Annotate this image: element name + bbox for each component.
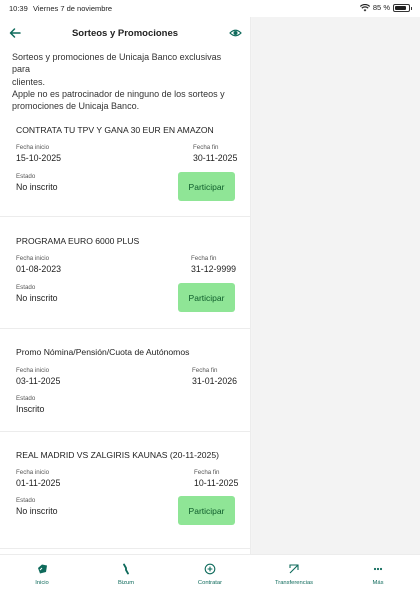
promo-title: REAL MADRID VS ZALGIRIS KAUNAS (20-11-20… <box>16 450 219 460</box>
status-bar: 10:39 Viernes 7 de noviembre 85 % <box>0 0 420 17</box>
start-date-label: Fecha inicio <box>16 144 50 151</box>
end-date-label: Fecha fin <box>194 469 220 476</box>
promo-card: PROGRAMA EURO 6000 PLUS Fecha inicio 01-… <box>0 218 250 329</box>
tab-label: Contratar <box>197 580 223 586</box>
state-label: Estado <box>16 395 36 402</box>
promo-card: Promo Nómina/Pensión/Cuota de Autónomos … <box>0 330 250 432</box>
tab-mas[interactable]: Más <box>336 563 420 586</box>
tab-inicio[interactable]: Inicio <box>0 563 84 586</box>
transfer-icon <box>289 564 299 574</box>
wifi-icon <box>359 3 370 11</box>
status-date: Viernes 7 de noviembre <box>33 4 113 13</box>
tab-label: Transferencias <box>274 580 314 586</box>
start-date-value: 15-10-2025 <box>16 153 61 163</box>
promotions-panel: Sorteos y Promociones Sorteos y promocio… <box>0 17 251 554</box>
end-date-label: Fecha fin <box>193 144 219 151</box>
state-value: No inscrito <box>16 182 58 192</box>
end-date-label: Fecha fin <box>191 255 217 262</box>
page-title: Sorteos y Promociones <box>71 28 179 39</box>
state-value: No inscrito <box>16 506 58 516</box>
promo-title: PROGRAMA EURO 6000 PLUS <box>16 236 140 246</box>
end-date-label: Fecha fin <box>192 367 218 374</box>
end-date-value: 10-11-2025 <box>194 478 239 488</box>
end-date-value: 31-01-2026 <box>192 376 237 386</box>
detail-panel <box>252 17 420 554</box>
promo-title: Promo Nómina/Pensión/Cuota de Autónomos <box>16 347 190 357</box>
end-date-value: 30-11-2025 <box>193 153 238 163</box>
tab-label: Inicio <box>35 580 49 586</box>
state-label: Estado <box>16 284 36 291</box>
state-label: Estado <box>16 497 36 504</box>
eye-icon[interactable] <box>229 27 242 39</box>
intro-text: Sorteos y promociones de Unicaja Banco e… <box>12 52 225 112</box>
promo-card: REAL MADRID VS ZALGIRIS KAUNAS (20-11-20… <box>0 433 250 549</box>
battery-icon <box>393 3 412 12</box>
start-date-label: Fecha inicio <box>16 255 50 262</box>
status-time: 10:39 <box>9 4 28 13</box>
bizum-icon <box>123 563 129 575</box>
participate-button[interactable]: Participar <box>178 172 235 201</box>
start-date-value: 01-08-2023 <box>16 264 61 274</box>
nav-header: Sorteos y Promociones <box>0 17 250 49</box>
end-date-value: 31-12-9999 <box>191 264 236 274</box>
tab-label: Más <box>372 580 384 586</box>
start-date-label: Fecha inicio <box>16 469 50 476</box>
state-value: Inscrito <box>16 404 45 414</box>
tab-bar: Inicio Bizum Contratar Transferencias Má… <box>0 554 420 604</box>
start-date-value: 03-11-2025 <box>16 376 61 386</box>
promo-card: CONTRATA TU TPV Y GANA 30 EUR EN AMAZON … <box>0 111 250 217</box>
status-indicators: 85 % <box>359 3 412 12</box>
tab-bizum[interactable]: Bizum <box>84 563 168 586</box>
plus-circle-icon <box>204 563 216 575</box>
start-date-label: Fecha inicio <box>16 367 50 374</box>
state-label: Estado <box>16 173 36 180</box>
tab-contratar[interactable]: Contratar <box>168 563 252 586</box>
state-value: No inscrito <box>16 293 58 303</box>
participate-button[interactable]: Participar <box>178 283 235 312</box>
tab-label: Bizum <box>117 580 135 586</box>
promo-title: CONTRATA TU TPV Y GANA 30 EUR EN AMAZON <box>16 125 214 135</box>
tab-transferencias[interactable]: Transferencias <box>252 563 336 586</box>
start-date-value: 01-11-2025 <box>16 478 61 488</box>
home-icon <box>38 564 47 574</box>
participate-button[interactable]: Participar <box>178 496 235 525</box>
more-dots-icon <box>373 567 383 571</box>
battery-percent: 85 % <box>372 3 390 12</box>
